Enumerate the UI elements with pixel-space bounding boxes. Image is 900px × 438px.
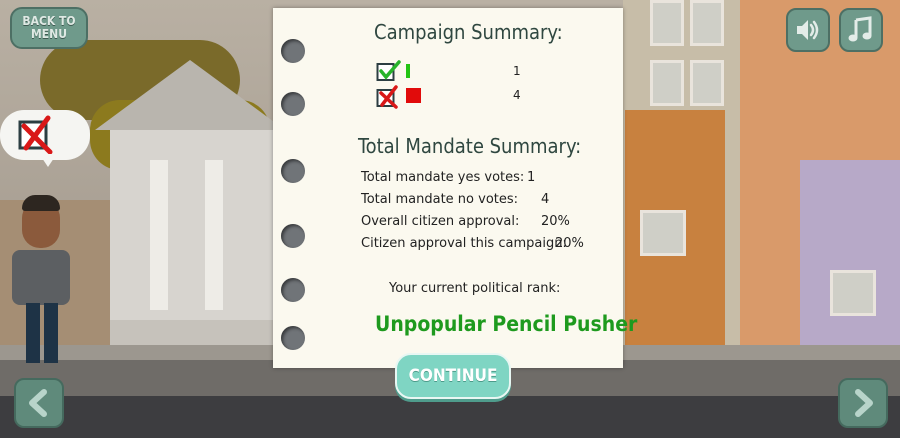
window (690, 0, 724, 46)
overall-approval-label: Overall citizen approval: (361, 214, 520, 229)
binder-hole (281, 278, 305, 302)
campaign-yes-count: 1 (513, 64, 521, 78)
no-bar (406, 88, 421, 103)
political-rank-label: Your current political rank: (389, 281, 561, 296)
previous-button[interactable] (14, 378, 64, 428)
checkbox-check-icon (376, 60, 401, 81)
binder-hole (281, 159, 305, 183)
binder-hole (281, 224, 305, 248)
music-note-icon (848, 16, 872, 42)
window (830, 270, 876, 316)
citizen-character (12, 195, 72, 375)
back-to-menu-button[interactable]: BACK TO MENU (10, 7, 88, 49)
back-label-line2: MENU (31, 27, 67, 41)
campaign-approval-label: Citizen approval this campaign: (361, 236, 567, 251)
town-hall (110, 130, 275, 330)
next-button[interactable] (838, 378, 888, 428)
continue-button[interactable]: CONTINUE (395, 353, 511, 399)
campaign-summary-card: Campaign Summary: 1 4 Total Mandate Summ… (273, 8, 637, 368)
binder-hole (281, 92, 305, 116)
window (650, 60, 684, 106)
chevron-right-icon (855, 389, 873, 417)
overall-approval-value: 20% (541, 214, 570, 229)
road-asphalt (0, 396, 900, 438)
campaign-summary-title: Campaign Summary: (374, 20, 563, 44)
sound-toggle-button[interactable] (786, 8, 830, 52)
chevron-left-icon (29, 389, 47, 417)
vote-no-icon (18, 115, 53, 154)
column (205, 160, 223, 310)
mandate-yes-label: Total mandate yes votes: (361, 170, 525, 185)
speaker-icon (797, 20, 819, 40)
music-toggle-button[interactable] (839, 8, 883, 52)
mandate-no-label: Total mandate no votes: (361, 192, 519, 207)
campaign-no-count: 4 (513, 88, 521, 102)
campaign-approval-value: 20% (555, 236, 584, 251)
mandate-yes-value: 1 (527, 170, 536, 185)
window (650, 0, 684, 46)
mandate-summary-title: Total Mandate Summary: (358, 134, 582, 158)
binder-hole (281, 39, 305, 63)
yes-bar (406, 64, 410, 78)
house (800, 160, 900, 350)
town-hall-roof (95, 60, 285, 130)
binder-hole (281, 326, 305, 350)
speech-bubble-tail (40, 155, 56, 167)
mandate-no-value: 4 (541, 192, 550, 207)
political-rank-value: Unpopular Pencil Pusher (375, 312, 638, 336)
column (150, 160, 168, 310)
checkbox-x-icon (376, 85, 398, 109)
window (690, 60, 724, 106)
window (640, 210, 686, 256)
